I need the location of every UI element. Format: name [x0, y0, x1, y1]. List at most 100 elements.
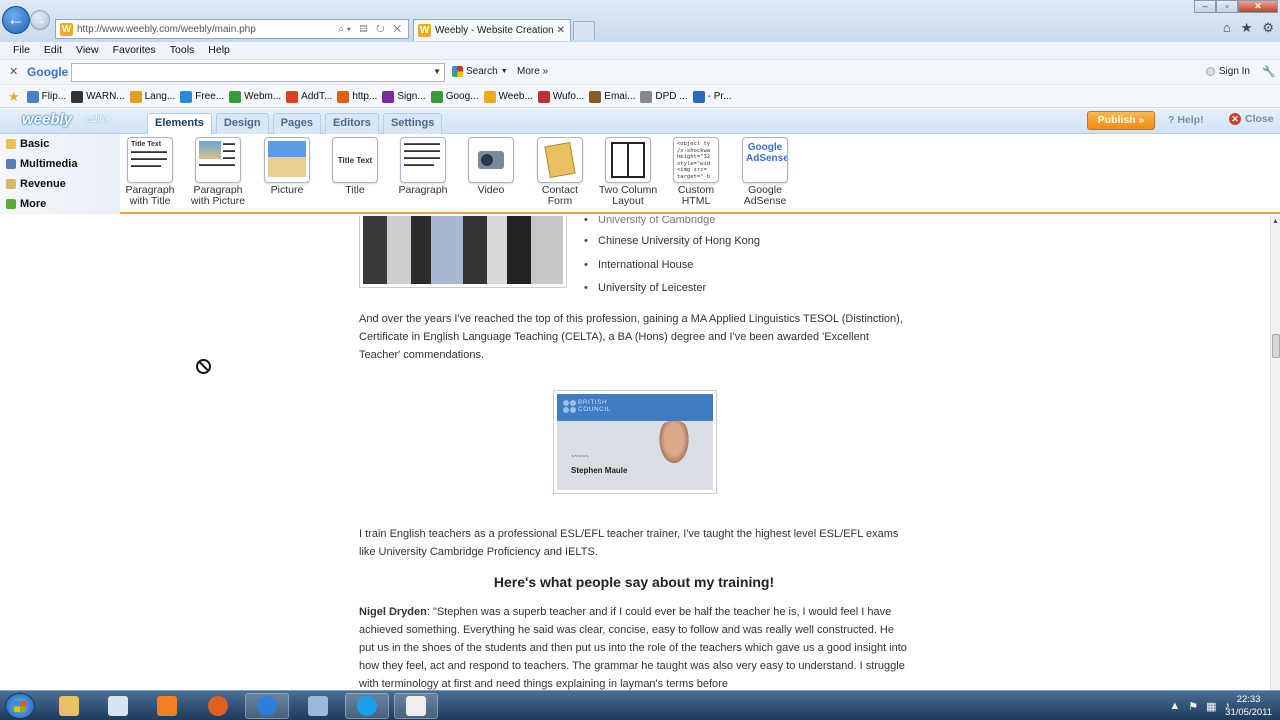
chevron-down-icon: ▼: [500, 68, 508, 75]
favorite-item[interactable]: WARN...: [71, 90, 125, 103]
taskbar-notepad[interactable]: [96, 693, 140, 719]
wrench-icon[interactable]: 🔧: [1262, 65, 1276, 78]
taskbar-firefox[interactable]: [196, 693, 240, 719]
badge-face-photo: [657, 421, 691, 467]
tab-design[interactable]: Design: [215, 113, 269, 134]
menu-tools[interactable]: Tools: [163, 42, 202, 59]
menu-view[interactable]: View: [69, 42, 106, 59]
tray-expand-icon[interactable]: ▲: [1169, 700, 1180, 713]
address-bar[interactable]: W http://www.weebly.com/weebly/main.php …: [55, 19, 409, 39]
google-search-input[interactable]: ▼: [71, 63, 445, 82]
testimonial-paragraph[interactable]: Nigel Dryden: "Stephen was a superb teac…: [359, 603, 909, 690]
address-tools-icon[interactable]: ⌕▾ ▤ ↻ ✕: [338, 24, 408, 35]
clock[interactable]: 22:33 31/05/2011: [1225, 693, 1272, 719]
favorites-star-icon[interactable]: ★: [8, 89, 20, 105]
taskbar-video-app[interactable]: [394, 693, 438, 719]
trainer-paragraph[interactable]: I train English teachers as a profession…: [359, 525, 909, 561]
favorite-item[interactable]: Wufo...: [537, 90, 584, 103]
favorite-item[interactable]: Sign...: [382, 90, 426, 103]
google-logo: Google: [27, 65, 69, 79]
favorite-item[interactable]: DPD ...: [640, 90, 688, 103]
element-label: with Picture: [190, 195, 246, 207]
testimonials-title[interactable]: Here's what people say about my training…: [359, 574, 909, 590]
tab-settings[interactable]: Settings: [382, 113, 443, 134]
element-paragraph-with-picture[interactable]: ▬▬ ▬▬ ▬▬ ▬▬▬▬▬▬ Paragraph with Picture: [187, 137, 249, 207]
category-multimedia[interactable]: Multimedia: [0, 154, 120, 174]
favorite-item[interactable]: - Pr...: [692, 90, 732, 103]
help-button[interactable]: ? Help!: [1168, 114, 1204, 126]
page-content: University of Cambridge Chinese Universi…: [0, 216, 1270, 690]
category-label: Multimedia: [20, 158, 78, 170]
start-button[interactable]: [5, 693, 35, 719]
google-more-button[interactable]: More »: [517, 66, 548, 77]
window-close-icon[interactable]: ✕: [1238, 0, 1278, 13]
element-custom-html[interactable]: <object ty /x-shockwa height="32 style="…: [665, 137, 727, 207]
close-editor-button[interactable]: ✕ Close: [1229, 113, 1274, 125]
help-label: Help!: [1177, 114, 1204, 126]
favorite-label: Emai...: [604, 91, 636, 102]
element-google-adsense[interactable]: Google AdSense Google AdSense: [734, 137, 796, 207]
id-badge-photo[interactable]: BRITISH COUNCIL ~~~~~ Stephen Maule: [553, 390, 717, 494]
favorite-item[interactable]: AddT...: [286, 90, 332, 103]
taskbar-explorer[interactable]: [47, 693, 91, 719]
menu-edit[interactable]: Edit: [37, 42, 69, 59]
favorite-item[interactable]: Flip...: [26, 90, 66, 103]
menu-file[interactable]: File: [6, 42, 37, 59]
maximize-icon[interactable]: ▫: [1216, 0, 1238, 13]
favorite-item[interactable]: Weeb...: [483, 90, 533, 103]
flag-icon[interactable]: ⚑: [1188, 700, 1198, 713]
scroll-up-icon[interactable]: ▲: [1272, 218, 1279, 225]
menu-help[interactable]: Help: [201, 42, 237, 59]
google-signin-button[interactable]: Sign In: [1205, 66, 1250, 77]
list-item: Chinese University of Hong Kong: [584, 235, 760, 259]
minimize-icon[interactable]: –: [1194, 0, 1216, 13]
toolbar-close-icon[interactable]: ✕: [9, 65, 18, 78]
element-contact-form[interactable]: Contact Form: [529, 137, 591, 207]
publish-button[interactable]: Publish »: [1087, 111, 1155, 130]
taskbar-media-player[interactable]: [145, 693, 189, 719]
favorite-item[interactable]: Webm...: [229, 90, 281, 103]
favorite-item[interactable]: Emai...: [589, 90, 636, 103]
tab-editors[interactable]: Editors: [325, 113, 379, 134]
home-icon[interactable]: ⌂: [1223, 20, 1231, 36]
group-photo-image: [363, 216, 563, 284]
element-paragraph-with-title[interactable]: Title Text ▬▬▬▬▬▬ ▬▬▬▬▬▬ ▬▬▬▬▬ Paragraph wi…: [119, 137, 181, 207]
element-picture[interactable]: Picture: [256, 137, 318, 196]
element-video[interactable]: Video: [460, 137, 522, 196]
qualifications-paragraph[interactable]: And over the years I've reached the top …: [359, 310, 909, 364]
tab-pages[interactable]: Pages: [272, 113, 322, 134]
tab-close-icon[interactable]: ✕: [557, 25, 570, 36]
scroll-thumb[interactable]: [1272, 334, 1280, 358]
chevron-down-icon[interactable]: ▼: [433, 67, 441, 76]
favorite-icon: [337, 90, 350, 103]
element-paragraph[interactable]: ▬▬▬▬▬▬ ▬▬▬▬▬▬ ▬▬▬▬▬▬ ▬▬▬▬▬ Paragraph: [392, 137, 454, 196]
taskbar-internet-explorer[interactable]: [245, 693, 289, 719]
title-thumb-icon: Title Text: [332, 137, 378, 183]
page-scrollbar[interactable]: ▲: [1270, 216, 1280, 690]
taskbar-folder[interactable]: [296, 693, 340, 719]
category-basic[interactable]: Basic: [0, 134, 120, 154]
menu-favorites[interactable]: Favorites: [106, 42, 163, 59]
favorite-item[interactable]: Free...: [180, 90, 224, 103]
clock-time: 22:33: [1236, 694, 1261, 705]
google-search-button[interactable]: Search ▼: [452, 66, 508, 77]
category-more[interactable]: More: [0, 194, 120, 214]
group-photo[interactable]: [359, 216, 567, 288]
forward-button[interactable]: →: [30, 10, 50, 30]
favorite-item[interactable]: http...: [337, 90, 377, 103]
tab-weebly[interactable]: W Weebly - Website Creation ... ✕: [413, 19, 571, 41]
folder-icon: [308, 696, 328, 716]
favorite-item[interactable]: Lang...: [129, 90, 175, 103]
element-two-column-layout[interactable]: Two Column Layout: [597, 137, 659, 207]
category-revenue[interactable]: Revenue: [0, 174, 120, 194]
favorite-item[interactable]: Goog...: [430, 90, 479, 103]
new-tab-button[interactable]: [573, 21, 595, 40]
thumb-title-text: Title Text: [337, 155, 373, 165]
taskbar-skype[interactable]: [345, 693, 389, 719]
tools-gear-icon[interactable]: ⚙: [1262, 20, 1274, 36]
back-button[interactable]: ←: [2, 6, 30, 34]
network-icon[interactable]: ▦: [1206, 700, 1216, 713]
favorites-star-icon[interactable]: ★: [1241, 20, 1253, 36]
tab-elements[interactable]: Elements: [147, 113, 212, 135]
element-title[interactable]: Title Text Title: [324, 137, 386, 196]
